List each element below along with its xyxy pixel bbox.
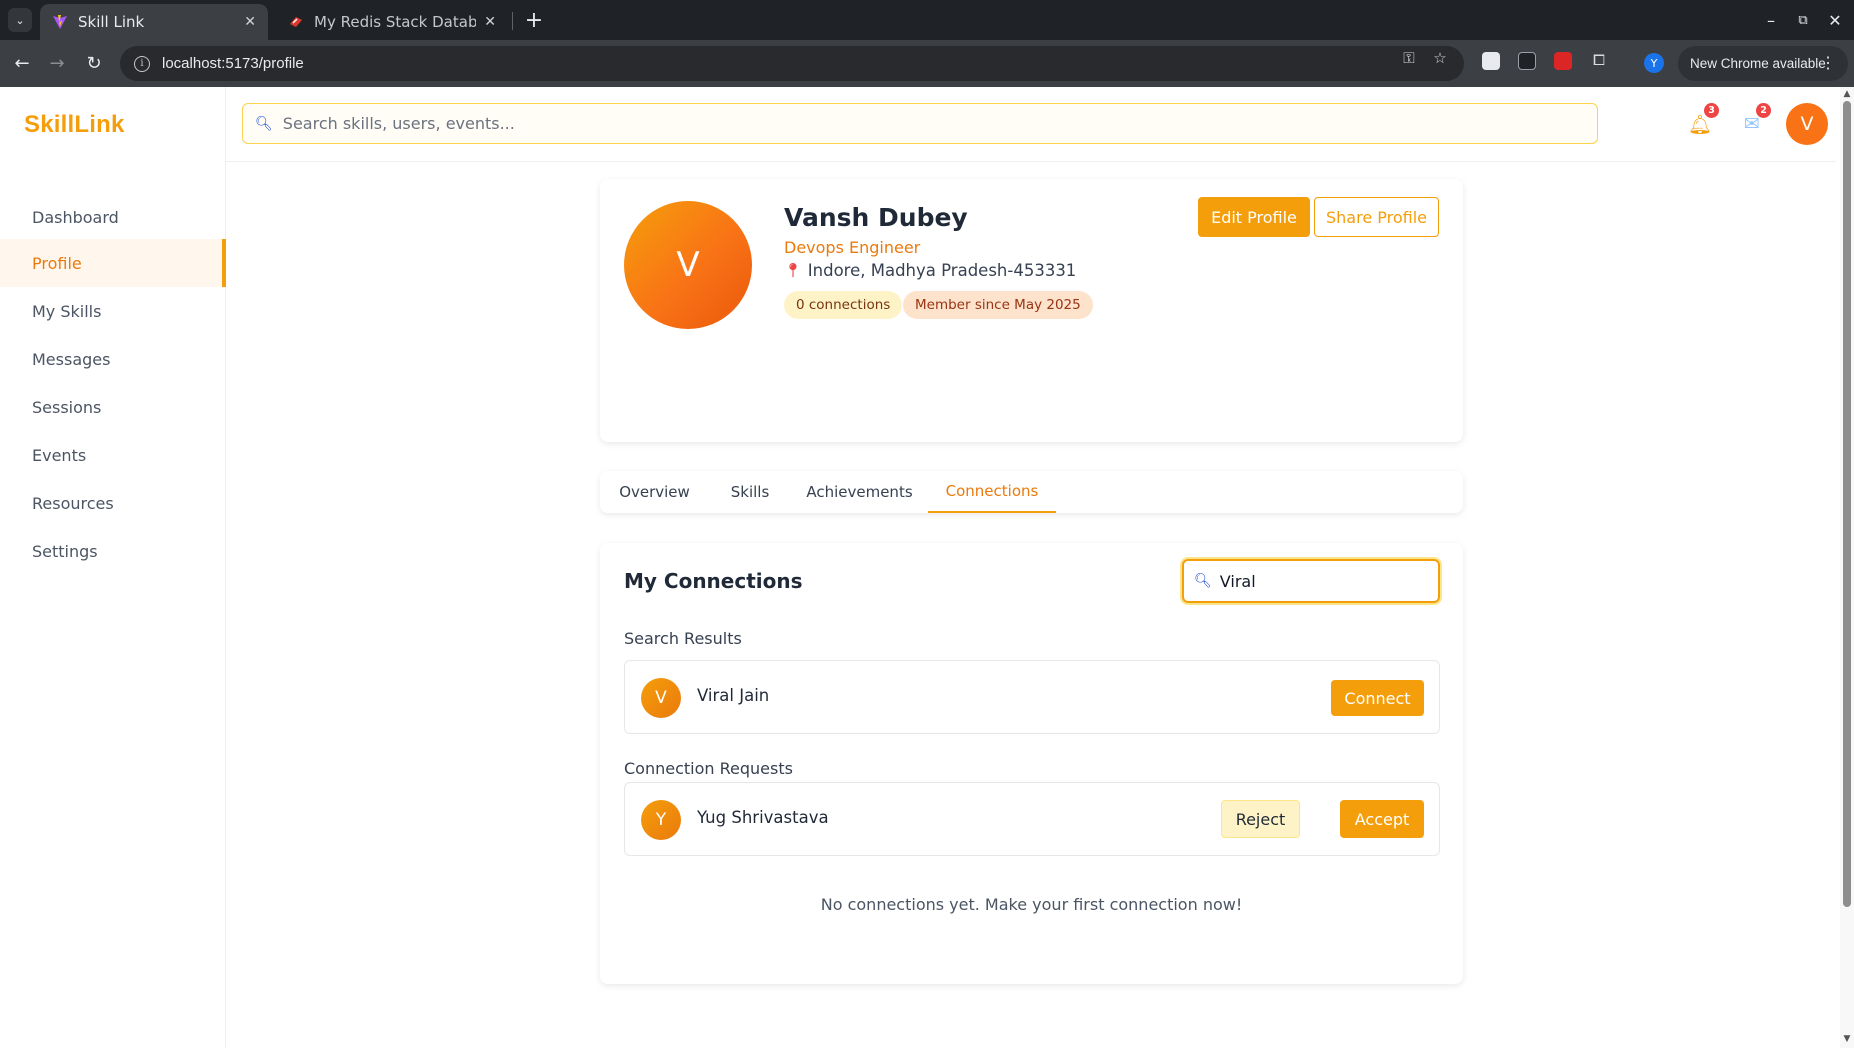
global-search[interactable]: 🔍︎ [242, 103, 1598, 144]
notifications-button[interactable]: 🔔︎ 3 [1683, 103, 1719, 141]
bookmark-star-icon[interactable]: ☆ [1430, 48, 1450, 68]
sidebar-item-my-skills[interactable]: My Skills [0, 287, 226, 335]
tab-title: Skill Link [78, 13, 145, 31]
vite-favicon-icon [53, 15, 67, 29]
profile-tabs: Overview Skills Achievements Connections [600, 471, 1463, 513]
user-avatar[interactable]: V [1786, 103, 1828, 145]
connections-count-chip: 0 connections [784, 291, 903, 319]
top-bar: 🔍︎ 🔔︎ 3 ✉ 2 V [226, 87, 1836, 162]
connections-title: My Connections [624, 569, 803, 593]
forward-arrow-icon[interactable]: → [43, 49, 71, 77]
tab-close-icon[interactable]: ✕ [244, 14, 256, 30]
browser-tab-redis[interactable]: My Redis Stack Database ✕ [276, 4, 508, 40]
sidebar-item-profile[interactable]: Profile [0, 239, 226, 287]
accept-button[interactable]: Accept [1340, 800, 1424, 838]
messages-button[interactable]: ✉ 2 [1735, 103, 1771, 141]
chrome-profile-avatar[interactable]: Y [1644, 53, 1664, 73]
profile-header-card: V Vansh Dubey Devops Engineer 📍︎ Indore,… [600, 179, 1463, 442]
tab-skills[interactable]: Skills [709, 471, 791, 513]
sidebar-item-dashboard[interactable]: Dashboard [0, 193, 226, 241]
password-key-icon[interactable]: ⚿ [1399, 48, 1419, 68]
browser-toolbar: ← → ↻ i localhost:5173/profile ⚿ ☆ ⧠ Y N… [0, 40, 1854, 87]
tab-achievements[interactable]: Achievements [791, 471, 928, 513]
sidebar-item-resources[interactable]: Resources [0, 479, 226, 527]
connect-button[interactable]: Connect [1331, 680, 1424, 716]
profile-name: Vansh Dubey [784, 203, 968, 232]
connection-request-row: Y Yug Shrivastava Reject Accept [624, 782, 1440, 856]
member-since-chip: Member since May 2025 [903, 291, 1093, 319]
profile-location: 📍︎ Indore, Madhya Pradesh-453331 [784, 261, 1076, 280]
site-info-icon[interactable]: i [134, 55, 150, 72]
edit-profile-button[interactable]: Edit Profile [1198, 197, 1310, 237]
avatar: V [641, 678, 681, 718]
restore-icon[interactable]: ⧉ [1788, 6, 1818, 34]
scroll-down-arrow-icon[interactable]: ▼ [1842, 1034, 1852, 1044]
notion-extension-icon[interactable] [1482, 52, 1500, 70]
minimize-icon[interactable]: – [1756, 6, 1786, 34]
notifications-badge: 3 [1704, 103, 1719, 118]
browser-tabstrip: ⌄ Skill Link ✕ My Redis Stack Database ✕… [0, 0, 1854, 40]
tab-connections[interactable]: Connections [928, 471, 1056, 513]
redis-favicon-icon [290, 17, 302, 27]
address-url: localhost:5173/profile [162, 55, 304, 72]
scroll-up-arrow-icon[interactable]: ▲ [1842, 89, 1852, 99]
sidebar-item-settings[interactable]: Settings [0, 527, 226, 575]
chrome-update-button[interactable]: New Chrome available ⋮ [1678, 46, 1848, 81]
new-tab-plus-icon[interactable]: + [520, 6, 548, 34]
connections-panel: My Connections 🔍︎ Search Results V Viral… [600, 543, 1463, 984]
tab-overview[interactable]: Overview [600, 471, 709, 513]
empty-connections-message: No connections yet. Make your first conn… [820, 895, 1243, 914]
camera-extension-icon[interactable] [1518, 52, 1536, 70]
browser-tab-skill-link[interactable]: Skill Link ✕ [40, 4, 268, 40]
tab-search-chevron-icon[interactable]: ⌄ [8, 8, 32, 32]
tab-title: My Redis Stack Database [314, 13, 477, 31]
connections-search-input[interactable] [1219, 571, 1420, 591]
page-scrollbar[interactable]: ▲ ▼ [1840, 87, 1854, 1048]
share-profile-button[interactable]: Share Profile [1314, 197, 1439, 237]
address-bar[interactable]: i localhost:5173/profile [120, 46, 1464, 81]
connection-requests-label: Connection Requests [624, 759, 793, 778]
profile-location-text: Indore, Madhya Pradesh-453331 [807, 261, 1077, 280]
extensions-puzzle-icon[interactable]: ⧠ [1589, 50, 1609, 70]
sidebar-item-messages[interactable]: Messages [0, 335, 226, 383]
sidebar-item-events[interactable]: Events [0, 431, 226, 479]
request-name: Yug Shrivastava [697, 808, 829, 827]
mail-icon: ✉ [1744, 113, 1760, 135]
reload-icon[interactable]: ↻ [80, 49, 108, 77]
sidebar-item-sessions[interactable]: Sessions [0, 383, 226, 431]
tab-close-icon[interactable]: ✕ [484, 14, 496, 30]
brand-logo[interactable]: SkillLink [24, 111, 125, 139]
search-icon: 🔍︎ [1194, 573, 1212, 589]
profile-avatar: V [624, 201, 752, 329]
profile-role: Devops Engineer [784, 238, 921, 257]
messages-badge: 2 [1756, 103, 1771, 118]
global-search-input[interactable] [282, 114, 1583, 133]
app-root: SkillLink Dashboard Profile My Skills Me… [0, 87, 1854, 1048]
connections-search[interactable]: 🔍︎ [1182, 559, 1440, 603]
search-icon: 🔍︎ [255, 115, 273, 132]
sidebar: SkillLink Dashboard Profile My Skills Me… [0, 87, 226, 1048]
window-close-icon[interactable]: ✕ [1820, 6, 1850, 34]
search-results-label: Search Results [624, 629, 742, 648]
search-result-row: V Viral Jain Connect [624, 660, 1440, 734]
location-pin-icon: 📍︎ [784, 262, 802, 279]
redis-extension-icon[interactable] [1554, 52, 1572, 70]
reject-button[interactable]: Reject [1221, 800, 1300, 838]
avatar: Y [641, 800, 681, 840]
scrollbar-thumb[interactable] [1843, 101, 1851, 907]
tab-separator [512, 12, 513, 30]
more-menu-icon[interactable]: ⋮ [1820, 53, 1836, 73]
search-result-name: Viral Jain [697, 686, 770, 705]
back-arrow-icon[interactable]: ← [8, 49, 36, 77]
update-label: New Chrome available [1690, 56, 1826, 71]
